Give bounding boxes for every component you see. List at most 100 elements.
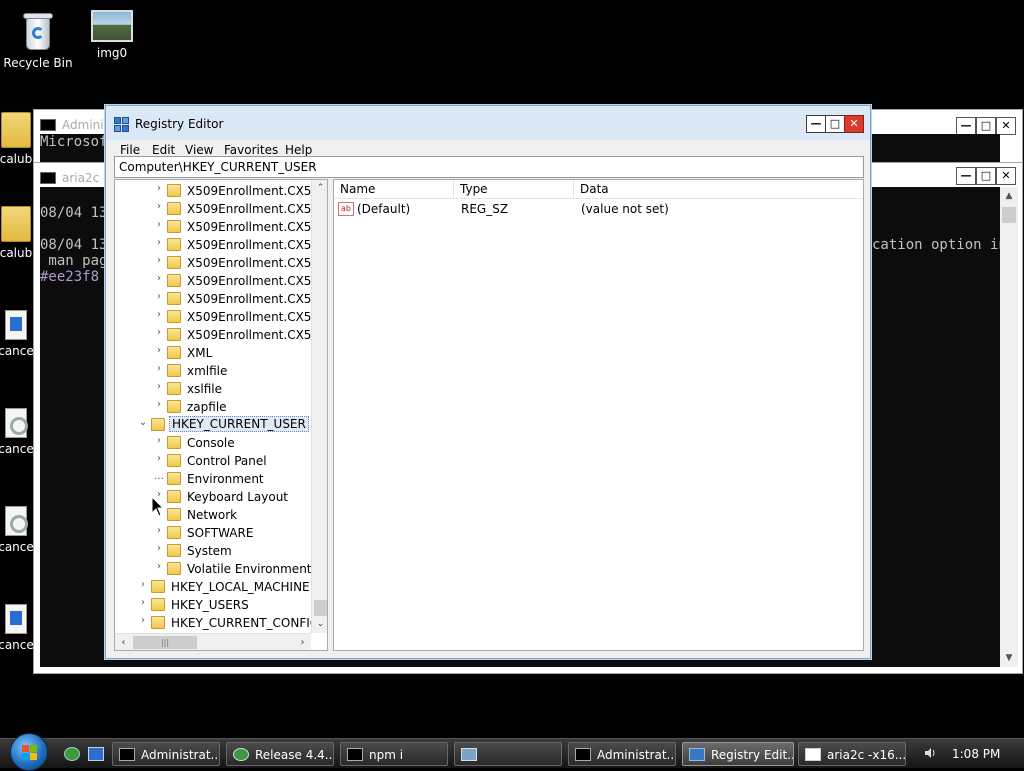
scroll-thumb[interactable] [314, 600, 327, 616]
menu-help[interactable]: Help [285, 143, 312, 157]
quick-launch-browser-icon[interactable] [64, 747, 80, 761]
value-row[interactable]: ab (Default) REG_SZ (value not set) [334, 200, 863, 218]
folder-icon [167, 328, 181, 341]
taskbar: Administrat... Release 4.4.... npm i Adm… [0, 733, 1024, 771]
console-line: #ee23f8 [40, 269, 100, 285]
tree-item-label: xmlfile [187, 364, 228, 378]
chevron-right-icon[interactable]: › [137, 579, 149, 590]
maximize-button[interactable]: □ [825, 115, 845, 133]
chevron-right-icon[interactable]: › [153, 255, 165, 266]
scroll-left-arrow-icon[interactable]: ‹ [115, 634, 132, 650]
column-header-type[interactable]: Type [454, 180, 574, 199]
quick-launch-desktop-icon[interactable] [88, 747, 104, 761]
column-header-name[interactable]: Name [334, 180, 454, 199]
folder-icon [167, 490, 181, 503]
img0-desktop-icon[interactable]: img0 [74, 10, 150, 60]
chevron-right-icon[interactable]: › [153, 327, 165, 338]
scroll-up-arrow-icon[interactable]: ▲ [1000, 187, 1018, 205]
tree-item-label: X509Enrollment.CX509F [187, 256, 328, 270]
chevron-right-icon[interactable]: › [153, 345, 165, 356]
taskbar-button[interactable]: Release 4.4.... [226, 742, 334, 766]
mouse-cursor-icon [151, 496, 165, 517]
address-bar[interactable]: Computer\HKEY_CURRENT_USER [114, 156, 864, 178]
taskbar-button-label: aria2c -x16... [827, 748, 906, 762]
tree-vertical-scrollbar[interactable]: ⌃ ⌄ [311, 180, 327, 633]
chevron-down-icon[interactable]: ⌄ [137, 417, 149, 428]
chevron-right-icon[interactable]: › [137, 615, 149, 626]
chevron-right-icon[interactable]: › [153, 363, 165, 374]
chevron-right-icon[interactable]: › [137, 597, 149, 608]
value-type: REG_SZ [461, 202, 509, 216]
registry-icon [689, 748, 705, 761]
taskbar-button[interactable]: npm i [340, 742, 448, 766]
chevron-right-icon[interactable]: › [153, 381, 165, 392]
maximize-button[interactable]: □ [976, 117, 996, 135]
values-list-pane[interactable]: Name Type Data ab (Default) REG_SZ (valu… [333, 179, 864, 651]
close-button[interactable]: ✕ [996, 117, 1016, 135]
close-button[interactable]: ✕ [996, 167, 1016, 185]
scroll-up-arrow-icon[interactable]: ⌃ [312, 180, 327, 197]
taskbar-button-active[interactable]: Registry Edit... [682, 742, 794, 766]
chevron-right-icon[interactable]: › [153, 291, 165, 302]
scroll-down-arrow-icon[interactable]: ⌄ [312, 616, 327, 633]
column-header-data[interactable]: Data [574, 180, 863, 199]
scroll-thumb[interactable] [1002, 207, 1016, 223]
folder-icon [167, 256, 181, 269]
chevron-right-icon[interactable]: › [153, 219, 165, 230]
chevron-right-icon[interactable]: › [153, 561, 165, 572]
menu-view[interactable]: View [185, 143, 213, 157]
registry-editor-window[interactable]: Registry Editor — □ ✕ File Edit View Fav… [105, 105, 871, 659]
tree-item-label: HKEY_CURRENT_USER [169, 416, 309, 432]
tree-horizontal-scrollbar[interactable]: ‹ ||| › [115, 633, 311, 650]
volume-icon[interactable] [924, 747, 936, 759]
chevron-right-icon[interactable]: › [153, 309, 165, 320]
maximize-button[interactable]: □ [976, 167, 996, 185]
folder-icon [167, 202, 181, 215]
taskbar-button[interactable]: Administrat... [568, 742, 676, 766]
tree-item-label: Network [187, 508, 238, 522]
tree-item-label: X509Enrollment.CX509F [187, 184, 328, 198]
chevron-right-icon[interactable]: › [153, 201, 165, 212]
menu-edit[interactable]: Edit [152, 143, 175, 157]
minimize-button[interactable]: — [806, 115, 826, 133]
folder-icon [167, 382, 181, 395]
browser-icon [233, 748, 249, 761]
key-tree-pane[interactable]: › X509Enrollment.CX509F › X509Enrollment.CX… [114, 179, 328, 651]
menu-favorites[interactable]: Favorites [224, 143, 278, 157]
chevron-right-icon[interactable]: › [153, 543, 165, 554]
console-scrollbar[interactable]: ▲ ▼ [1000, 187, 1018, 667]
tree-item-label: System [187, 544, 232, 558]
chevron-right-icon[interactable]: › [153, 273, 165, 284]
chevron-right-icon[interactable]: › [153, 525, 165, 536]
folder-icon [151, 580, 165, 593]
menu-file[interactable]: File [120, 143, 140, 157]
minimize-button[interactable]: — [956, 117, 976, 135]
scroll-right-arrow-icon[interactable]: › [294, 634, 311, 650]
start-button[interactable] [10, 733, 48, 771]
chevron-right-icon[interactable]: › [153, 453, 165, 464]
scroll-thumb[interactable]: ||| [133, 636, 197, 649]
tree-item-label: Keyboard Layout [187, 490, 289, 504]
windows-logo-icon [22, 745, 38, 761]
recycle-bin-desktop-icon[interactable]: Recycle Bin [0, 10, 76, 70]
scroll-down-arrow-icon[interactable]: ▼ [1000, 649, 1018, 667]
clock[interactable]: 1:08 PM [952, 747, 1000, 761]
chevron-right-icon[interactable]: › [153, 183, 165, 194]
folder-icon [167, 184, 181, 197]
taskbar-button[interactable] [454, 742, 562, 766]
taskbar-button[interactable]: Administrat... [112, 742, 220, 766]
image-viewer-icon [461, 748, 477, 761]
tree-item-label: Console [187, 436, 235, 450]
close-button[interactable]: ✕ [844, 115, 864, 133]
folder-icon [167, 508, 181, 521]
chevron-right-icon[interactable]: › [153, 435, 165, 446]
folder-icon [167, 526, 181, 539]
chevron-right-icon[interactable]: › [153, 399, 165, 410]
console-icon [347, 748, 363, 761]
chevron-right-icon[interactable]: › [153, 237, 165, 248]
taskbar-button[interactable]: aria2c -x16... [798, 742, 906, 766]
registry-title-bar[interactable]: Registry Editor — □ ✕ [106, 106, 870, 140]
desktop-icon-label: Recycle Bin [3, 56, 73, 70]
string-value-icon: ab [338, 202, 354, 216]
minimize-button[interactable]: — [956, 167, 976, 185]
